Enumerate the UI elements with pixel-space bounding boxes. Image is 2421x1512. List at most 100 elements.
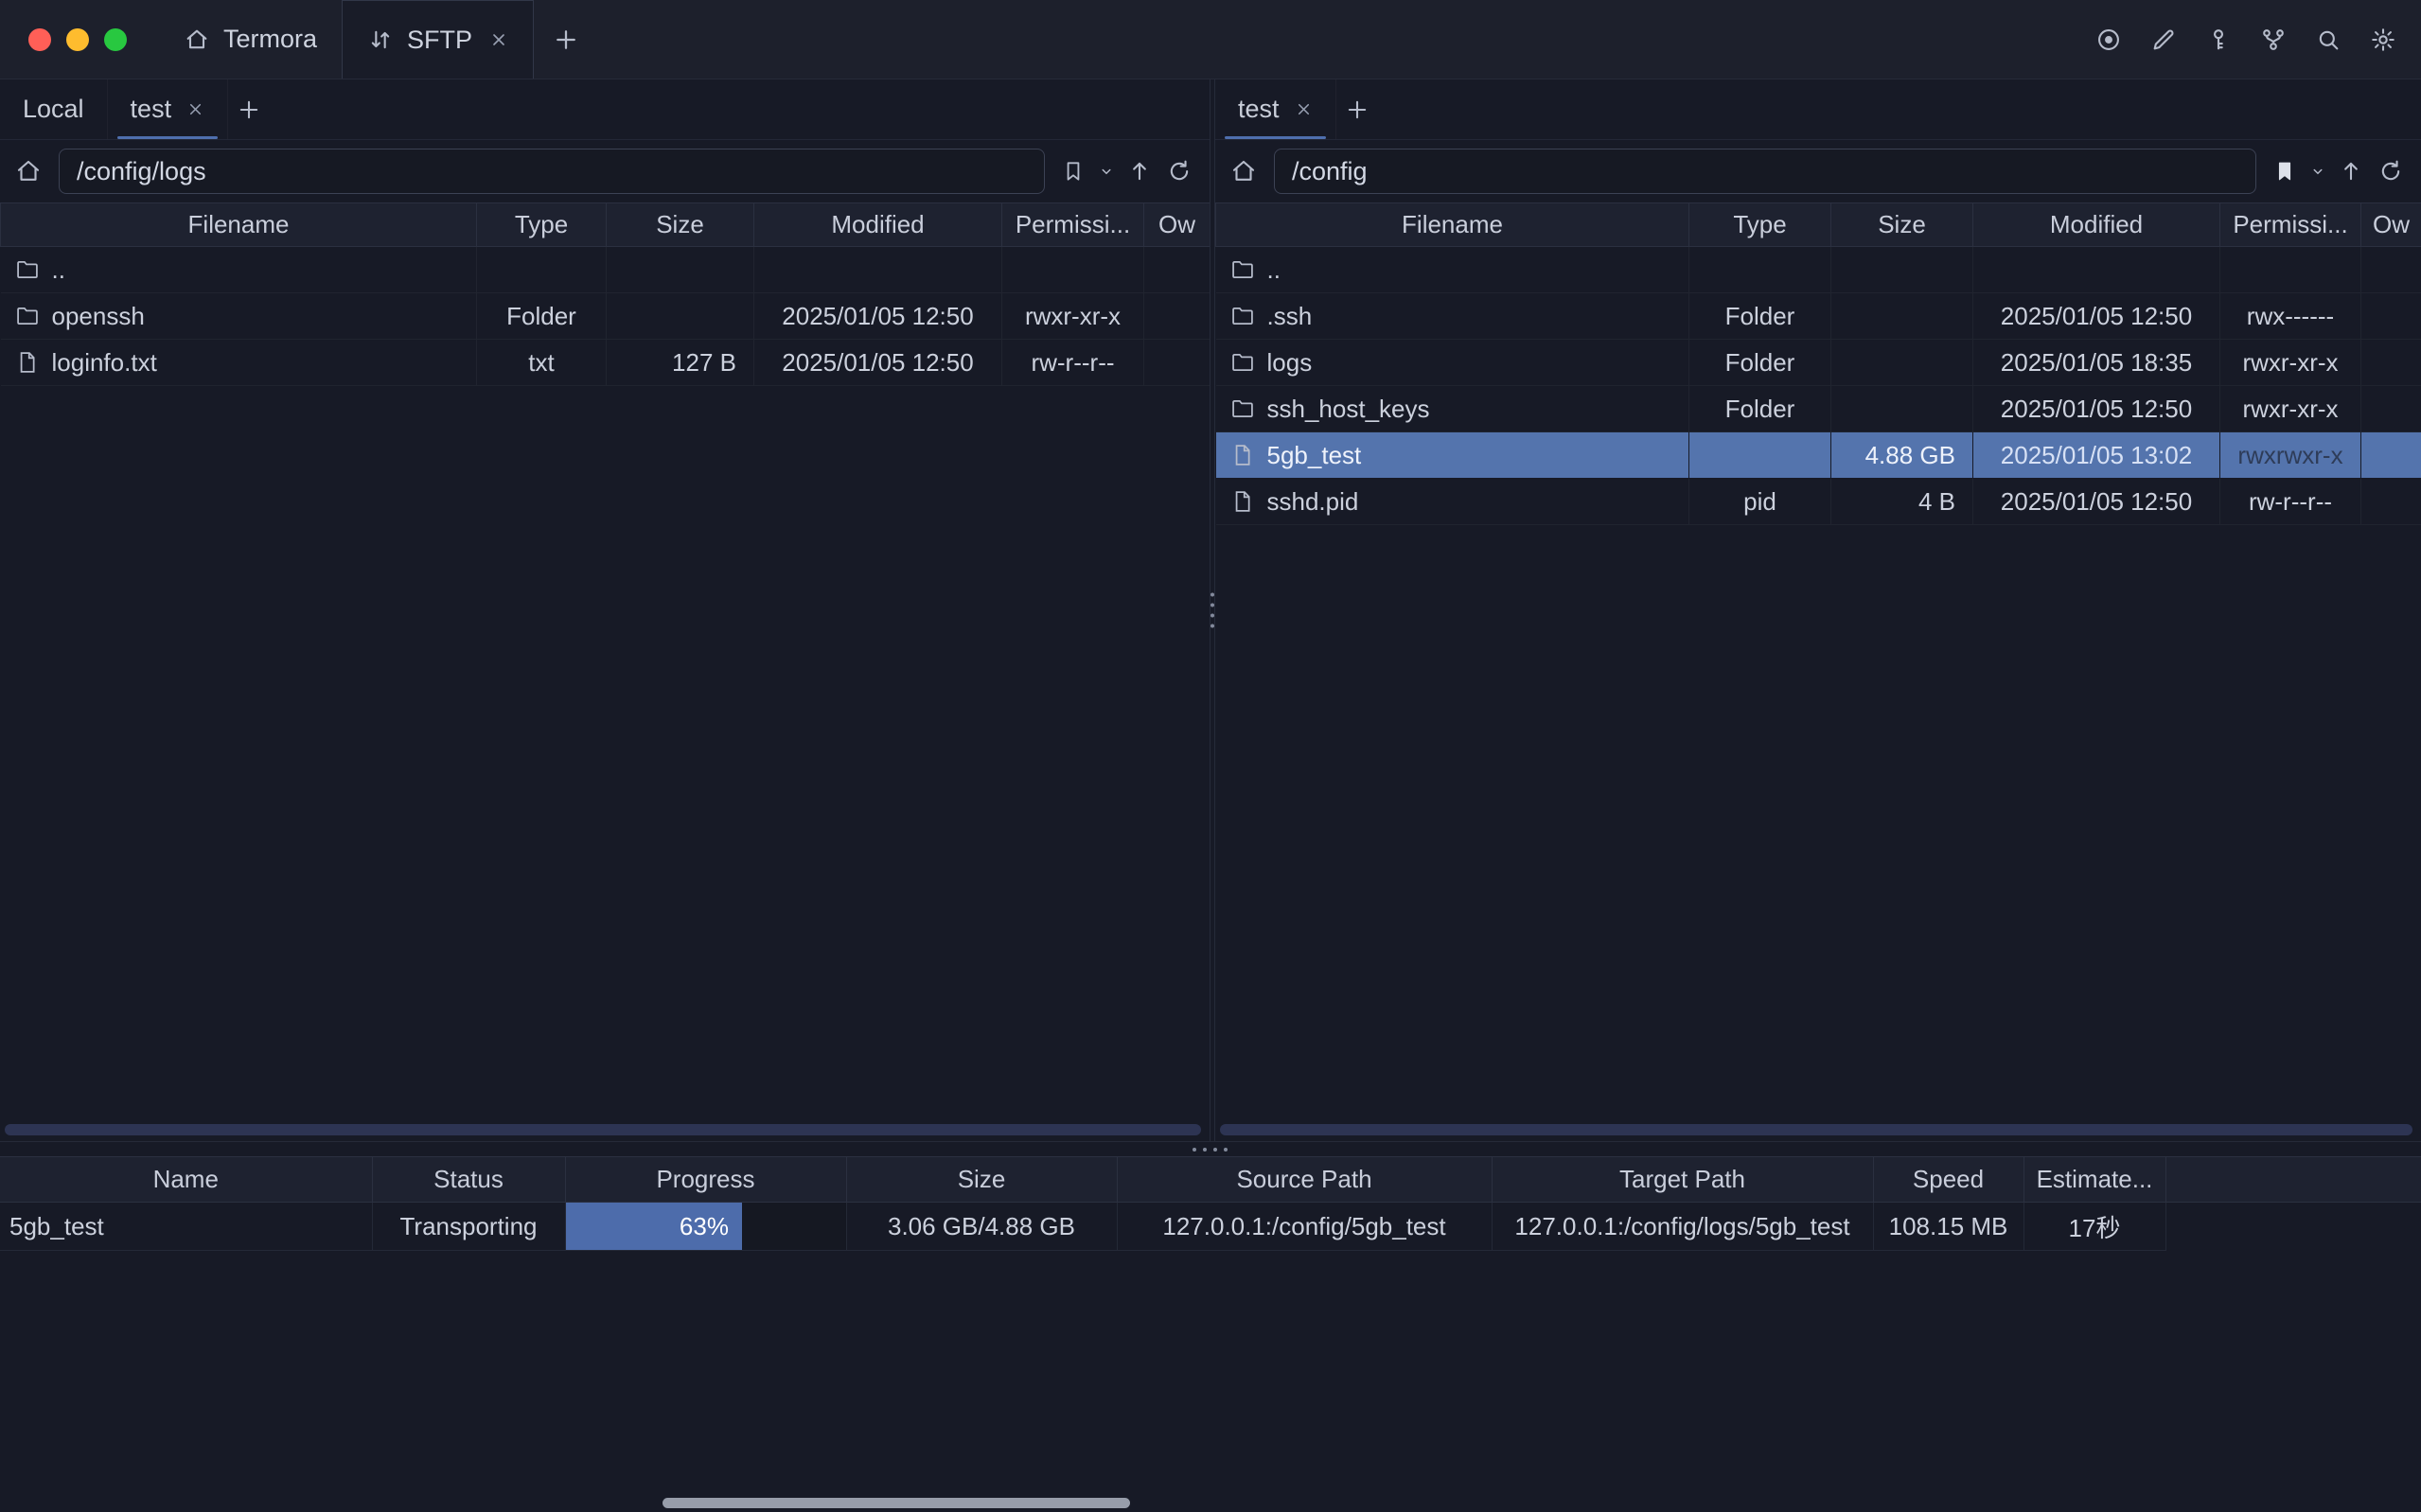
col-filename[interactable]: Filename <box>1216 203 1689 247</box>
titlebar: Termora SFTP <box>0 0 2421 79</box>
add-panel-tab-button-left[interactable] <box>228 79 270 139</box>
owner-cell <box>1144 247 1210 293</box>
parent-directory-button-left[interactable] <box>1121 158 1158 185</box>
horizontal-scrollbar-right[interactable] <box>1220 1124 2412 1135</box>
tab-test-right[interactable]: test <box>1215 79 1336 139</box>
file-row[interactable]: sshd.pid pid 4 B 2025/01/05 12:50 rw-r--… <box>1216 479 2421 525</box>
file-row[interactable]: ssh_host_keys Folder 2025/01/05 12:50 rw… <box>1216 386 2421 432</box>
modified-cell: 2025/01/05 13:02 <box>1973 432 2220 479</box>
path-input-left[interactable]: /config/logs <box>59 149 1045 194</box>
refresh-button-left[interactable] <box>1160 158 1198 185</box>
transfer-splitter[interactable] <box>0 1141 2421 1156</box>
col-type[interactable]: Type <box>477 203 607 247</box>
file-row[interactable]: .. <box>1216 247 2421 293</box>
parent-directory-button-right[interactable] <box>2332 158 2370 185</box>
size-cell <box>1831 293 1973 340</box>
owner-cell <box>2361 432 2421 479</box>
new-tab-button[interactable] <box>545 0 587 79</box>
refresh-icon <box>1166 158 1193 185</box>
tab-termora-label: Termora <box>223 25 317 54</box>
edit-button[interactable] <box>2147 26 2181 53</box>
bookmark-dropdown-button-left[interactable] <box>1094 163 1119 180</box>
col-modified[interactable]: Modified <box>754 203 1002 247</box>
size-cell <box>1831 340 1973 386</box>
file-row[interactable]: logs Folder 2025/01/05 18:35 rwxr-xr-x <box>1216 340 2421 386</box>
macro-icon <box>2260 26 2287 53</box>
tab-termora[interactable]: Termora <box>159 0 342 79</box>
modified-cell: 2025/01/05 12:50 <box>754 293 1002 340</box>
right-file-panel: test /config <box>1215 79 2421 1141</box>
col-transfer-target[interactable]: Target Path <box>1492 1157 1873 1203</box>
bookmark-dropdown-button-right[interactable] <box>2306 163 2330 180</box>
transfer-progress-cell: 63% <box>565 1203 846 1251</box>
transfer-progress-label: 63% <box>680 1212 729 1241</box>
right-file-list: Filename Type Size Modified Permissi... … <box>1215 202 2421 1141</box>
col-transfer-progress[interactable]: Progress <box>565 1157 846 1203</box>
owner-cell <box>1144 340 1210 386</box>
key-button[interactable] <box>2201 26 2235 53</box>
transfer-panel: Name Status Progress Size Source Path Ta… <box>0 1156 2421 1251</box>
modified-cell: 2025/01/05 12:50 <box>1973 293 2220 340</box>
permissions-cell: rw-r--r-- <box>2220 479 2361 525</box>
transfer-estimate-cell: 17秒 <box>2023 1203 2165 1251</box>
window-horizontal-scrollbar[interactable] <box>663 1498 1130 1508</box>
zoom-window-button[interactable] <box>104 28 127 51</box>
col-filename[interactable]: Filename <box>1 203 477 247</box>
add-panel-tab-button-right[interactable] <box>1336 79 1378 139</box>
record-button[interactable] <box>2092 26 2126 53</box>
file-row[interactable]: loginfo.txt txt 127 B 2025/01/05 12:50 r… <box>1 340 1210 386</box>
filename-label: .. <box>52 255 65 285</box>
col-size[interactable]: Size <box>607 203 754 247</box>
transfer-name-cell: 5gb_test <box>0 1203 372 1251</box>
tab-sftp[interactable]: SFTP <box>342 0 534 79</box>
bookmark-button-right[interactable] <box>2266 159 2304 184</box>
file-row-selected[interactable]: 5gb_test 4.88 GB 2025/01/05 13:02 rwxrwx… <box>1216 432 2421 479</box>
size-cell: 127 B <box>607 340 754 386</box>
home-button-right[interactable] <box>1223 157 1264 185</box>
plus-icon <box>552 26 580 54</box>
transfer-row[interactable]: 5gb_test Transporting 63% 3.06 GB/4.88 G… <box>0 1203 2421 1251</box>
right-panel-tabs: test <box>1215 79 2421 140</box>
col-owner[interactable]: Ow <box>2361 203 2421 247</box>
empty-area <box>0 1251 2421 1512</box>
close-icon[interactable] <box>489 30 508 49</box>
home-button-left[interactable] <box>8 157 49 185</box>
minimize-window-button[interactable] <box>66 28 89 51</box>
settings-button[interactable] <box>2366 26 2400 53</box>
permissions-cell <box>2220 247 2361 293</box>
col-type[interactable]: Type <box>1689 203 1831 247</box>
size-cell: 4 B <box>1831 479 1973 525</box>
macro-button[interactable] <box>2256 26 2290 53</box>
type-cell <box>1689 432 1831 479</box>
close-icon[interactable] <box>1295 100 1313 118</box>
col-size[interactable]: Size <box>1831 203 1973 247</box>
home-icon <box>1229 157 1258 185</box>
tab-test-left[interactable]: test <box>108 79 229 139</box>
transfer-source-cell: 127.0.0.1:/config/5gb_test <box>1117 1203 1492 1251</box>
left-table-header: Filename Type Size Modified Permissi... … <box>1 203 1210 247</box>
close-icon[interactable] <box>186 100 204 118</box>
col-transfer-name[interactable]: Name <box>0 1157 372 1203</box>
chevron-down-icon <box>1098 163 1115 180</box>
col-permissions[interactable]: Permissi... <box>2220 203 2361 247</box>
search-button[interactable] <box>2311 26 2345 53</box>
tab-local[interactable]: Local <box>0 79 108 139</box>
owner-cell <box>2361 386 2421 432</box>
path-input-right[interactable]: /config <box>1274 149 2256 194</box>
col-transfer-size[interactable]: Size <box>846 1157 1117 1203</box>
col-modified[interactable]: Modified <box>1973 203 2220 247</box>
file-row[interactable]: openssh Folder 2025/01/05 12:50 rwxr-xr-… <box>1 293 1210 340</box>
col-transfer-source[interactable]: Source Path <box>1117 1157 1492 1203</box>
modified-cell: 2025/01/05 18:35 <box>1973 340 2220 386</box>
file-row[interactable]: .. <box>1 247 1210 293</box>
col-permissions[interactable]: Permissi... <box>1002 203 1144 247</box>
col-transfer-speed[interactable]: Speed <box>1873 1157 2023 1203</box>
refresh-button-right[interactable] <box>2372 158 2410 185</box>
file-row[interactable]: .ssh Folder 2025/01/05 12:50 rwx------ <box>1216 293 2421 340</box>
close-window-button[interactable] <box>28 28 51 51</box>
col-owner[interactable]: Ow <box>1144 203 1210 247</box>
horizontal-scrollbar-left[interactable] <box>5 1124 1201 1135</box>
col-transfer-estimate[interactable]: Estimate... <box>2023 1157 2165 1203</box>
bookmark-button-left[interactable] <box>1054 159 1092 184</box>
col-transfer-status[interactable]: Status <box>372 1157 565 1203</box>
